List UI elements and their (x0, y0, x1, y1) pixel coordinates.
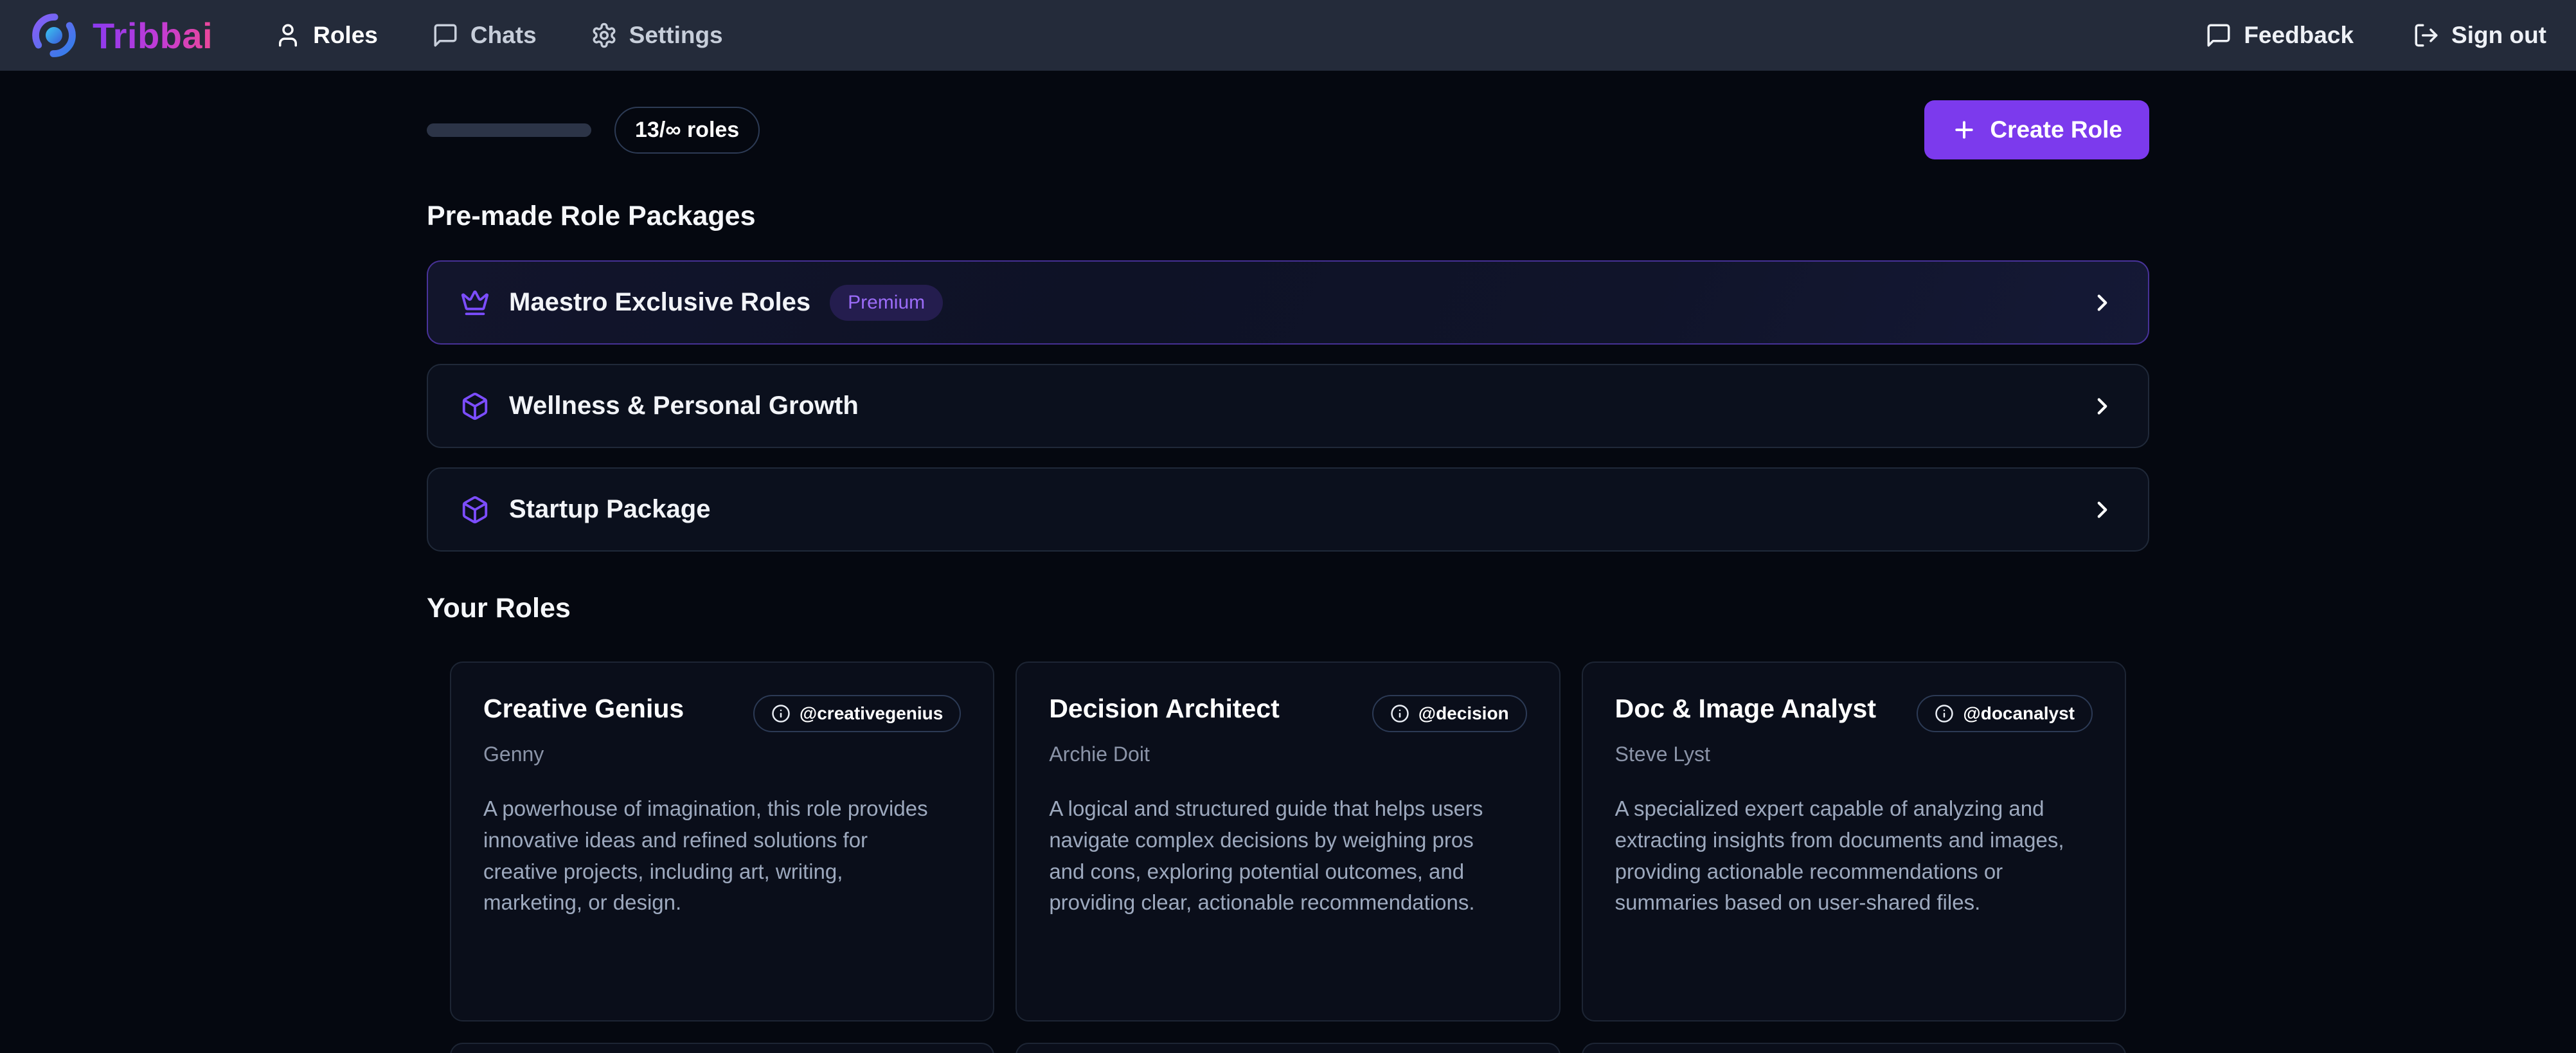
nav-label: Feedback (2244, 22, 2354, 49)
tribbai-logo-icon (30, 11, 78, 60)
role-card-doc-image-analyst[interactable]: Doc & Image Analyst @docanalyst Steve Ly… (1582, 662, 2126, 1022)
plus-icon (1951, 117, 1977, 143)
nav-label: Settings (629, 22, 723, 49)
role-subtitle: Steve Lyst (1615, 742, 2093, 766)
role-description: A specialized expert capable of analyzin… (1615, 793, 2065, 919)
navbar: Tribbai Roles Chats Settings Feedback Si… (0, 0, 2576, 71)
role-card-creative-genius[interactable]: Creative Genius @creativegenius Genny A … (450, 662, 994, 1022)
roles-topbar: 13/∞ roles Create Role (427, 100, 2149, 159)
chevron-right-icon (2089, 496, 2116, 523)
role-card[interactable] (450, 1043, 994, 1053)
role-title: Creative Genius (483, 694, 684, 724)
role-cards-grid-row2 (427, 1043, 2149, 1053)
role-handle-badge[interactable]: @decision (1372, 695, 1527, 732)
role-card[interactable] (1582, 1043, 2126, 1053)
role-handle: @decision (1418, 703, 1509, 724)
package-row-wellness[interactable]: Wellness & Personal Growth (427, 364, 2149, 448)
roles-progress-bar (427, 123, 591, 137)
create-role-button[interactable]: Create Role (1924, 100, 2149, 159)
brand-logo[interactable]: Tribbai (30, 11, 213, 60)
main-content: 13/∞ roles Create Role Pre-made Role Pac… (427, 71, 2149, 1053)
role-handle: @creativegenius (800, 703, 943, 724)
package-title: Wellness & Personal Growth (509, 392, 859, 420)
crown-icon (460, 288, 490, 318)
package-list: Maestro Exclusive Roles Premium Wellness… (427, 260, 2149, 552)
card-header: Doc & Image Analyst @docanalyst (1615, 694, 2093, 732)
chevron-right-icon (2089, 289, 2116, 316)
role-title: Decision Architect (1049, 694, 1279, 724)
premade-packages-title: Pre-made Role Packages (427, 201, 2149, 232)
message-icon (432, 22, 459, 49)
nav-label: Chats (470, 22, 537, 49)
package-icon (460, 495, 490, 525)
role-description: A logical and structured guide that help… (1049, 793, 1499, 919)
role-subtitle: Genny (483, 742, 961, 766)
role-card[interactable] (1015, 1043, 1560, 1053)
nav-label: Roles (313, 22, 378, 49)
your-roles-title: Your Roles (427, 593, 2149, 624)
chevron-right-icon (2089, 393, 2116, 420)
info-icon (1935, 704, 1954, 723)
package-row-startup[interactable]: Startup Package (427, 467, 2149, 552)
brand-name: Tribbai (93, 15, 213, 57)
role-title: Doc & Image Analyst (1615, 694, 1876, 724)
role-cards-grid: Creative Genius @creativegenius Genny A … (427, 662, 2149, 1022)
info-icon (1390, 704, 1409, 723)
main-nav: Roles Chats Settings (274, 22, 723, 49)
roles-count-badge: 13/∞ roles (614, 107, 760, 154)
sign-out-button[interactable]: Sign out (2413, 22, 2546, 49)
info-icon (771, 704, 791, 723)
package-title: Startup Package (509, 495, 710, 524)
role-description: A powerhouse of imagination, this role p… (483, 793, 933, 919)
nav-item-chats[interactable]: Chats (432, 22, 537, 49)
nav-right: Feedback Sign out (2205, 22, 2546, 49)
role-card-decision-architect[interactable]: Decision Architect @decision Archie Doit… (1015, 662, 1560, 1022)
role-subtitle: Archie Doit (1049, 742, 1526, 766)
package-title: Maestro Exclusive Roles (509, 288, 810, 317)
role-handle: @docanalyst (1963, 703, 2075, 724)
logout-icon (2413, 22, 2440, 49)
premium-badge: Premium (830, 285, 943, 321)
nav-label: Sign out (2451, 22, 2546, 49)
user-icon (274, 22, 301, 49)
card-header: Creative Genius @creativegenius (483, 694, 961, 732)
package-icon (460, 392, 490, 421)
create-role-label: Create Role (1990, 116, 2122, 143)
nav-item-roles[interactable]: Roles (274, 22, 378, 49)
gear-icon (591, 22, 618, 49)
package-row-maestro[interactable]: Maestro Exclusive Roles Premium (427, 260, 2149, 345)
nav-item-settings[interactable]: Settings (591, 22, 723, 49)
feedback-button[interactable]: Feedback (2205, 22, 2354, 49)
role-handle-badge[interactable]: @creativegenius (753, 695, 961, 732)
role-handle-badge[interactable]: @docanalyst (1917, 695, 2093, 732)
card-header: Decision Architect @decision (1049, 694, 1526, 732)
message-icon (2205, 22, 2232, 49)
